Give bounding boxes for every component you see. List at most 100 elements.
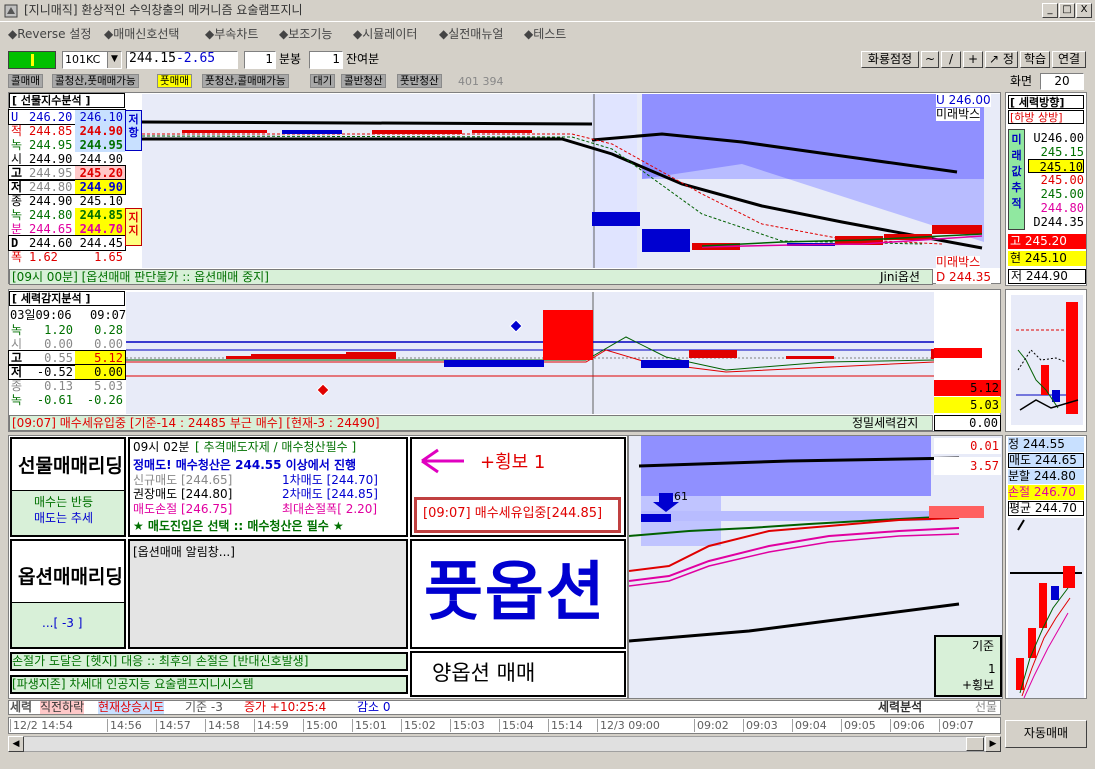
menu-subchart[interactable]: ◆부속차트 bbox=[205, 25, 258, 42]
timeline-label: 15:02 bbox=[401, 719, 436, 732]
futures-row-cur: 244.70 bbox=[75, 222, 125, 236]
tab-wait[interactable]: 대기 bbox=[310, 74, 336, 88]
horizontal-scrollbar[interactable] bbox=[8, 736, 1001, 752]
menu-signal[interactable]: ◆매매신호선택 bbox=[104, 25, 179, 42]
timeline-label: 12/2 14:54 bbox=[10, 719, 73, 732]
power-row-label: 녹 bbox=[11, 393, 23, 407]
menu-manual[interactable]: ◆실전매뉴얼 bbox=[439, 25, 503, 42]
base-sub: +횡보 bbox=[962, 678, 995, 692]
menu-simulator[interactable]: ◆시뮬레이터 bbox=[353, 25, 417, 42]
power-row-cur: 0.00 bbox=[94, 337, 123, 351]
power-header: [ 세력감지분석 ] bbox=[9, 291, 125, 306]
resistance-label: 저항 bbox=[125, 110, 142, 151]
futures-row-cur: 244.90 bbox=[79, 152, 123, 166]
timeline-label: 09:02 bbox=[694, 719, 729, 732]
timeline-label: 15:04 bbox=[499, 719, 534, 732]
yang-option-label: 양옵션 매매 bbox=[432, 661, 536, 685]
menu-test[interactable]: ◆테스트 bbox=[524, 25, 566, 42]
bottom-note-2: [파생지존] 차세대 인공지능 요술램프지니시스템 bbox=[10, 675, 408, 694]
screen-input[interactable]: 20 bbox=[1040, 73, 1084, 90]
put-option-label: 풋옵션 bbox=[424, 556, 607, 630]
option-leading-sub: ...[ -3 ] bbox=[42, 616, 83, 630]
futures-row-label: 분 bbox=[11, 222, 23, 236]
tab-put-clear[interactable]: 풋청산,콜매매가능 bbox=[202, 74, 289, 88]
maximize-button[interactable]: □ bbox=[1059, 3, 1075, 18]
force-value: 245.15 bbox=[1040, 145, 1084, 159]
futures-values: U 246.20 246.10 적 244.85 244.90 녹 244.95 244.95 시… bbox=[8, 109, 126, 264]
power-row-label: 녹 bbox=[11, 323, 23, 337]
menu-aux[interactable]: ◆보조기능 bbox=[279, 25, 332, 42]
futures-row-label: 폭 bbox=[11, 250, 23, 264]
tab-call-half[interactable]: 콜반청산 bbox=[341, 74, 386, 88]
force-vertical-label: 미래값추적 bbox=[1008, 129, 1025, 230]
timeline-label: 15:03 bbox=[450, 719, 485, 732]
tab-call-trade[interactable]: 콜매매 bbox=[8, 74, 43, 88]
power-row: 시 0.00 0.00 bbox=[9, 337, 125, 351]
futures-row-prev: 244.80 bbox=[29, 208, 73, 222]
futures-row-label: 고 bbox=[11, 166, 23, 180]
sell-2-price: 2차매도 [244.85] bbox=[282, 487, 378, 501]
period-input[interactable]: 1 bbox=[244, 51, 276, 69]
summary-jeong: 정 244.55 bbox=[1008, 437, 1084, 452]
window-title: [지니매직] 환상적인 수익창출의 메커니즘 요술램프지니 bbox=[24, 3, 303, 17]
close-button[interactable]: X bbox=[1076, 3, 1092, 18]
power-row-cur: 5.12 bbox=[75, 351, 125, 365]
futures-row: 폭 1.62 1.65 bbox=[9, 250, 125, 264]
leading-time: 09시 02분 bbox=[133, 440, 190, 454]
tab-call-clear[interactable]: 콜청산,풋매매가능 bbox=[52, 74, 139, 88]
tab-put-half[interactable]: 풋반청산 bbox=[397, 74, 442, 88]
futures-sub-2: 매도는 추세 bbox=[34, 511, 94, 525]
power-row: 녹 -0.61 -0.26 bbox=[9, 393, 125, 407]
futures-chart bbox=[142, 94, 1000, 268]
power-row-prev: 1.20 bbox=[44, 323, 73, 337]
futures-row-prev: 244.65 bbox=[29, 222, 73, 236]
timeline-label: 09:05 bbox=[841, 719, 876, 732]
futures-row: 고 244.95 245.20 bbox=[8, 165, 126, 181]
trend-signal: +횡보 1 bbox=[480, 452, 546, 473]
save-view-button[interactable]: 화룡점정 bbox=[861, 51, 919, 68]
status-force-analysis: 세력분석 bbox=[878, 700, 923, 714]
scroll-left-arrow-icon[interactable]: ◀ bbox=[8, 736, 24, 752]
futures-leading-title: 선물매매리딩 bbox=[18, 455, 123, 477]
precision-label: 정밀세력감지 bbox=[852, 416, 919, 430]
chevron-down-icon[interactable]: ▼ bbox=[107, 52, 121, 68]
wave-tool-button[interactable]: ~ bbox=[921, 51, 939, 68]
scroll-thumb[interactable] bbox=[966, 737, 984, 751]
signal-message: [09:07] 매수세유입중[244.85] bbox=[414, 497, 621, 533]
futures-row: D 244.60 244.45 bbox=[8, 235, 126, 251]
force-low: 저 244.90 bbox=[1008, 269, 1086, 284]
line-tool-button[interactable]: / bbox=[941, 51, 961, 68]
minimize-button[interactable]: _ bbox=[1042, 3, 1058, 18]
force-value: U246.00 bbox=[1033, 131, 1084, 145]
tab-put-trade[interactable]: 풋매매 bbox=[157, 74, 192, 88]
scroll-right-arrow-icon[interactable]: ▶ bbox=[985, 736, 1001, 752]
power-row-label: 고 bbox=[11, 351, 23, 365]
futures-status: [09시 00분] [옵션매매 판단불가 :: 옵션매매 중지] bbox=[9, 269, 933, 285]
force-value: 245.00 bbox=[1040, 187, 1084, 201]
timeline-label: 14:57 bbox=[156, 719, 191, 732]
count-input[interactable]: 1 bbox=[309, 51, 343, 69]
futures-sub-1: 매수는 반등 bbox=[34, 495, 94, 509]
power-row: 고 0.55 5.12 bbox=[8, 350, 126, 366]
futures-row-cur: 1.65 bbox=[94, 250, 123, 264]
power-row: 녹 1.20 0.28 bbox=[9, 323, 125, 337]
futures-row: 분 244.65 244.70 bbox=[9, 222, 125, 236]
option-chart-marker: 61 bbox=[674, 490, 688, 503]
menu-reverse[interactable]: ◆Reverse 설정 bbox=[8, 25, 91, 42]
auto-trade-button[interactable]: 자동매매 bbox=[1005, 720, 1087, 748]
learn-button[interactable]: 학습 bbox=[1020, 51, 1050, 68]
power-values: 녹 1.20 0.28 시 0.00 0.00 고 0.55 5.12 저 -0.52 0.00 종 0.… bbox=[8, 323, 126, 407]
cross-tool-button[interactable]: + bbox=[963, 51, 983, 68]
force-values: U246.00 245.15 245.10 245.00 245.00 244.80 D24… bbox=[1028, 131, 1084, 229]
timeline-label: 09:06 bbox=[890, 719, 925, 732]
symbol-select[interactable]: 101KC ▼ bbox=[62, 51, 122, 69]
timeline-label: 09:03 bbox=[743, 719, 778, 732]
futures-row: 적 244.85 244.90 bbox=[9, 124, 125, 138]
futures-row-cur: 244.90 bbox=[75, 180, 125, 194]
force-value: 245.00 bbox=[1040, 173, 1084, 187]
timeline-label: 14:56 bbox=[107, 719, 142, 732]
power-row-prev: 0.00 bbox=[44, 337, 73, 351]
link-button[interactable]: 연결 bbox=[1052, 51, 1086, 68]
sell-1-price: 1차매도 [244.70] bbox=[282, 473, 378, 487]
arrow-tool-button[interactable]: ↗ 정 bbox=[985, 51, 1018, 68]
